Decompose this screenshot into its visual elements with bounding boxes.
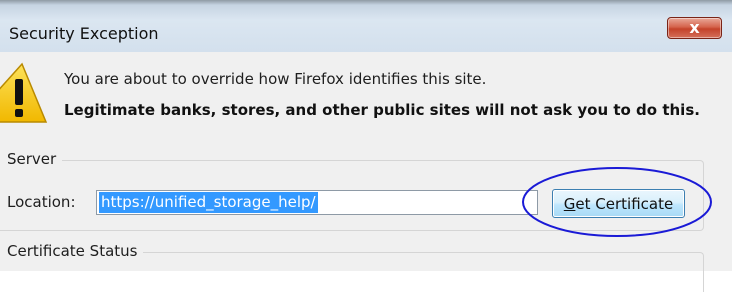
override-message: You are about to override how Firefox id… [64,70,487,88]
annotation-ellipse [522,167,712,237]
close-button[interactable]: x [667,17,722,39]
title-bar: Security Exception x [0,0,732,52]
dialog-content: You are about to override how Firefox id… [0,52,732,292]
server-group-label: Server [0,150,63,168]
close-icon: x [689,18,700,37]
location-input[interactable]: https://unified_storage_help/ [96,190,538,215]
certificate-status-group-label: Certificate Status [0,242,144,260]
warning-message: Legitimate banks, stores, and other publ… [64,101,700,119]
location-label: Location: [7,193,76,211]
window-title: Security Exception [9,24,159,43]
warning-triangle-icon [0,62,48,123]
location-value: https://unified_storage_help/ [99,192,318,213]
